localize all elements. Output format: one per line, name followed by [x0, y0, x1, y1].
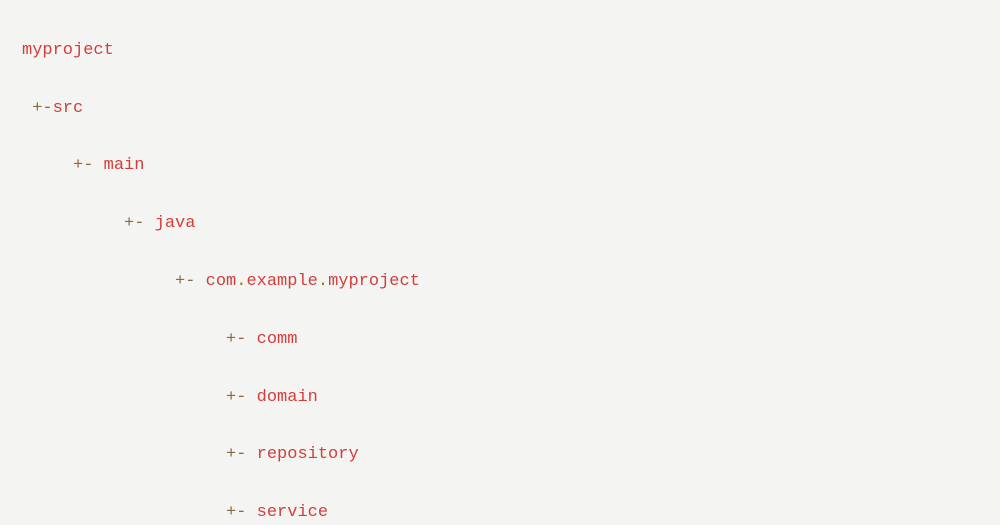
main-prefix: +-	[22, 156, 104, 175]
comm-label: comm	[257, 330, 298, 349]
tree-src: +-src	[22, 95, 1000, 124]
tree-root: myproject	[22, 37, 1000, 66]
tree-repository: +- repository	[22, 441, 1000, 470]
tree-main: +- main	[22, 152, 1000, 181]
repository-prefix: +-	[22, 445, 257, 464]
tree-comm: +- comm	[22, 326, 1000, 355]
domain-label: domain	[257, 388, 318, 407]
domain-prefix: +-	[22, 388, 257, 407]
project-tree: myproject +-src +- main +- java +- com.e…	[0, 0, 1000, 525]
pkg-com: com	[206, 272, 237, 291]
java-label: java	[155, 214, 196, 233]
comm-prefix: +-	[22, 330, 257, 349]
src-prefix: +-	[22, 99, 53, 118]
java-prefix: +-	[22, 214, 155, 233]
pkg-example: example	[246, 272, 317, 291]
tree-service: +- service	[22, 499, 1000, 525]
repository-label: repository	[257, 445, 359, 464]
tree-java: +- java	[22, 210, 1000, 239]
pkg-dot1: .	[236, 272, 246, 291]
pkg-prefix: +-	[22, 272, 206, 291]
root-label: myproject	[22, 41, 114, 60]
pkg-dot2: .	[318, 272, 328, 291]
pkg-my: myproject	[328, 272, 420, 291]
main-label: main	[104, 156, 145, 175]
service-prefix: +-	[22, 503, 257, 522]
tree-domain: +- domain	[22, 384, 1000, 413]
service-label: service	[257, 503, 328, 522]
tree-package: +- com.example.myproject	[22, 268, 1000, 297]
src-label: src	[53, 99, 84, 118]
